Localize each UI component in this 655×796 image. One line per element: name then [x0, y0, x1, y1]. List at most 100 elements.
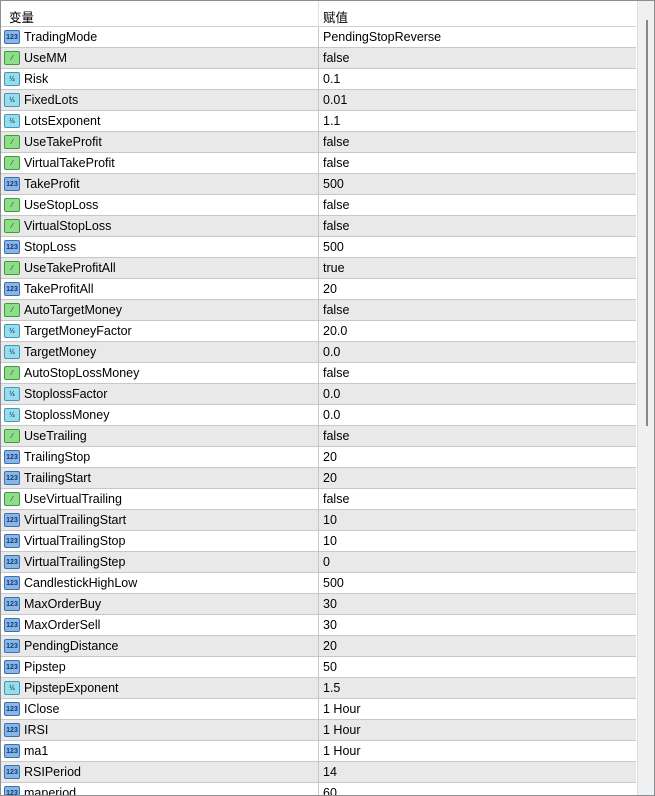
parameter-value[interactable]: 10 — [323, 513, 337, 527]
table-row[interactable]: ½ TargetMoneyFactor 20.0 — [1, 321, 636, 342]
table-row[interactable]: 123 TrailingStop 20 — [1, 447, 636, 468]
table-row[interactable]: ⁄ UseTrailing false — [1, 426, 636, 447]
parameter-value[interactable]: 500 — [323, 177, 344, 191]
column-header-value[interactable]: 赋值 — [323, 7, 348, 26]
parameter-name: UseTakeProfit — [24, 135, 102, 149]
table-row[interactable]: ½ Risk 0.1 — [1, 69, 636, 90]
integer-type-icon: 123 — [4, 723, 20, 737]
parameter-value[interactable]: 14 — [323, 765, 337, 779]
table-row[interactable]: 123 maperiod 60 — [1, 783, 636, 796]
parameter-value[interactable]: 0.1 — [323, 72, 340, 86]
parameter-value[interactable]: false — [323, 303, 349, 317]
parameter-value[interactable]: 60 — [323, 786, 337, 795]
parameter-value[interactable]: 20 — [323, 282, 337, 296]
table-row[interactable]: 123 MaxOrderSell 30 — [1, 615, 636, 636]
table-row[interactable]: ⁄ UseStopLoss false — [1, 195, 636, 216]
table-row[interactable]: 123 MaxOrderBuy 30 — [1, 594, 636, 615]
parameter-name: StoplossFactor — [24, 387, 108, 401]
integer-type-icon: 123 — [4, 744, 20, 758]
table-row[interactable]: ½ PipstepExponent 1.5 — [1, 678, 636, 699]
parameter-value[interactable]: 20 — [323, 450, 337, 464]
parameter-name: VirtualTrailingStop — [24, 534, 126, 548]
parameter-value[interactable]: false — [323, 156, 349, 170]
parameter-value[interactable]: false — [323, 198, 349, 212]
parameter-value[interactable]: false — [323, 51, 349, 65]
table-row[interactable]: 123 VirtualTrailingStep 0 — [1, 552, 636, 573]
table-row[interactable]: 123 IClose 1 Hour — [1, 699, 636, 720]
table-row[interactable]: ⁄ VirtualTakeProfit false — [1, 153, 636, 174]
parameter-value[interactable]: 20.0 — [323, 324, 347, 338]
parameter-value[interactable]: 0 — [323, 555, 330, 569]
parameter-value[interactable]: 50 — [323, 660, 337, 674]
column-divider — [318, 762, 319, 783]
table-row[interactable]: ⁄ UseTakeProfit false — [1, 132, 636, 153]
parameter-value[interactable]: false — [323, 492, 349, 506]
column-divider[interactable] — [318, 1, 319, 27]
table-row[interactable]: 123 TrailingStart 20 — [1, 468, 636, 489]
table-row[interactable]: 123 TakeProfitAll 20 — [1, 279, 636, 300]
table-row[interactable]: ⁄ AutoStopLossMoney false — [1, 363, 636, 384]
parameter-value[interactable]: false — [323, 366, 349, 380]
inputs-table: 变量 赋值 123 TradingMode PendingStopReverse… — [0, 0, 655, 796]
table-row[interactable]: ½ StoplossMoney 0.0 — [1, 405, 636, 426]
table-row[interactable]: 123 VirtualTrailingStart 10 — [1, 510, 636, 531]
scrollbar-thumb[interactable] — [646, 20, 648, 426]
parameter-value[interactable]: 1 Hour — [323, 744, 361, 758]
integer-type-icon: 123 — [4, 618, 20, 632]
table-row[interactable]: ⁄ UseTakeProfitAll true — [1, 258, 636, 279]
parameter-value[interactable]: 500 — [323, 240, 344, 254]
integer-type-icon: 123 — [4, 534, 20, 548]
parameter-value[interactable]: 30 — [323, 597, 337, 611]
parameter-value[interactable]: 1 Hour — [323, 723, 361, 737]
table-row[interactable]: 123 ma1 1 Hour — [1, 741, 636, 762]
parameter-value[interactable]: 0.0 — [323, 345, 340, 359]
table-row[interactable]: 123 CandlestickHighLow 500 — [1, 573, 636, 594]
table-row[interactable]: 123 StopLoss 500 — [1, 237, 636, 258]
parameter-value[interactable]: 20 — [323, 471, 337, 485]
parameter-name: CandlestickHighLow — [24, 576, 138, 590]
parameter-value[interactable]: false — [323, 429, 349, 443]
parameter-value[interactable]: 10 — [323, 534, 337, 548]
table-row[interactable]: 123 Pipstep 50 — [1, 657, 636, 678]
parameter-value[interactable]: 0.0 — [323, 387, 340, 401]
parameter-name: TakeProfitAll — [24, 282, 94, 296]
parameter-value[interactable]: 1 Hour — [323, 702, 361, 716]
table-row[interactable]: ½ LotsExponent 1.1 — [1, 111, 636, 132]
table-row[interactable]: ⁄ AutoTargetMoney false — [1, 300, 636, 321]
table-row[interactable]: ½ TargetMoney 0.0 — [1, 342, 636, 363]
parameter-name: maperiod — [24, 786, 77, 796]
table-row[interactable]: 123 VirtualTrailingStop 10 — [1, 531, 636, 552]
parameter-value[interactable]: 20 — [323, 639, 337, 653]
parameter-value[interactable]: 30 — [323, 618, 337, 632]
parameter-value[interactable]: PendingStopReverse — [323, 30, 441, 44]
table-row[interactable]: 123 IRSI 1 Hour — [1, 720, 636, 741]
table-row[interactable]: ⁄ VirtualStopLoss false — [1, 216, 636, 237]
column-divider — [318, 678, 319, 699]
column-divider — [318, 300, 319, 321]
table-row[interactable]: 123 TakeProfit 500 — [1, 174, 636, 195]
vertical-scrollbar[interactable] — [637, 1, 654, 795]
parameter-value[interactable]: 0.0 — [323, 408, 340, 422]
column-divider — [318, 90, 319, 111]
parameter-value[interactable]: false — [323, 135, 349, 149]
column-divider — [318, 69, 319, 90]
parameter-value[interactable]: 0.01 — [323, 93, 347, 107]
column-divider — [318, 321, 319, 342]
parameter-name: Risk — [24, 72, 49, 86]
table-row[interactable]: 123 RSIPeriod 14 — [1, 762, 636, 783]
parameter-value[interactable]: 1.5 — [323, 681, 340, 695]
table-row[interactable]: ⁄ UseMM false — [1, 48, 636, 69]
table-row[interactable]: ⁄ UseVirtualTrailing false — [1, 489, 636, 510]
parameter-name: UseMM — [24, 51, 68, 65]
parameter-value[interactable]: 500 — [323, 576, 344, 590]
column-header-variable[interactable]: 变量 — [9, 7, 34, 26]
parameter-value[interactable]: false — [323, 219, 349, 233]
integer-type-icon: 123 — [4, 282, 20, 296]
table-row[interactable]: 123 PendingDistance 20 — [1, 636, 636, 657]
table-row[interactable]: ½ StoplossFactor 0.0 — [1, 384, 636, 405]
parameter-value[interactable]: true — [323, 261, 345, 275]
table-row[interactable]: 123 TradingMode PendingStopReverse — [1, 27, 636, 48]
table-row[interactable]: ½ FixedLots 0.01 — [1, 90, 636, 111]
parameter-value[interactable]: 1.1 — [323, 114, 340, 128]
parameter-name: AutoTargetMoney — [24, 303, 122, 317]
